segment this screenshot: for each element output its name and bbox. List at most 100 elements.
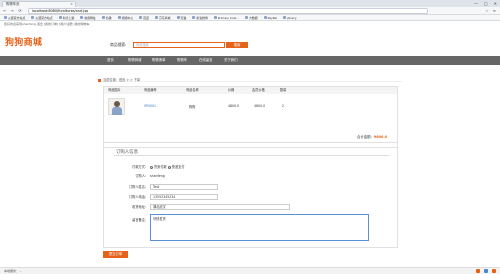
location-icon: [98, 78, 101, 82]
browser-toolbar-icons: ☆ ≡: [485, 8, 496, 14]
bookmark-label: 常用网址: [84, 15, 96, 20]
bookmark-item[interactable]: 新浪微博: [192, 16, 208, 20]
browser-navbar: ← → ⟳ localhost:8080/furnitures/cart.jsp…: [0, 7, 500, 15]
bookmark-label: 京东商城: [158, 15, 171, 20]
menu-icon[interactable]: ≡: [493, 8, 496, 14]
network-icon[interactable]: [484, 269, 488, 273]
site-header: 狗狗商城 商品搜索: 商品搜索 搜索: [0, 27, 500, 52]
note-textarea[interactable]: 尽快发货: [150, 214, 369, 241]
radio-express[interactable]: [167, 165, 171, 169]
bookmark-favicon-icon: [213, 16, 217, 19]
col-qty: 数量: [280, 88, 287, 92]
bookmark-label: 视频中心: [121, 15, 134, 20]
cart-total: 合计金额：9600.0: [357, 134, 387, 139]
main-nav: 首页 购物商城 购物清单 购物车 在线留言 关于我们: [0, 56, 500, 65]
bookmark-label: 火狐官方站点: [35, 15, 53, 20]
download-icon[interactable]: [492, 269, 496, 273]
submit-order-button[interactable]: 提交订单: [103, 251, 128, 258]
product-image[interactable]: [108, 98, 125, 115]
bookmark-item[interactable]: 火狐官方站点: [4, 16, 25, 20]
bookmark-label: jQuery: [286, 15, 297, 20]
total-value: 9600.0: [373, 135, 387, 139]
forward-icon[interactable]: →: [9, 8, 15, 14]
product-price: 4800.0: [228, 104, 240, 108]
phone-label: 订购人电话:: [128, 195, 146, 199]
top-links[interactable]: 您好欢迎来到shanfeng 退出 [我的订单] [用户注册] 我的购物车: [4, 22, 494, 26]
bookmark-favicon-icon: [4, 16, 7, 19]
radio-cod[interactable]: [150, 165, 153, 169]
breadcrumb: 当前位置：首页 > > 下单: [98, 77, 402, 82]
address-url: localhost:8080/furnitures/cart.jsp: [32, 9, 89, 13]
bookmark-favicon-icon: [31, 16, 35, 19]
bookmark-label: 天猫: [180, 15, 187, 20]
window-controls: — □ ✕: [474, 0, 497, 7]
search-button[interactable]: 搜索: [226, 42, 248, 48]
order-form: 订购人信息 付款方式: 货到付款 快递支付 订购人: shanfeng 订购人姓…: [103, 142, 398, 248]
col-id: 商品编号: [144, 88, 157, 92]
col-price: 价格: [228, 88, 235, 92]
maximize-icon[interactable]: □: [484, 1, 488, 6]
bookmark-item[interactable]: 常用网址: [80, 16, 96, 20]
close-window-icon[interactable]: ✕: [494, 1, 497, 6]
nav-mall[interactable]: 购物商城: [128, 56, 142, 65]
bookmark-item[interactable]: jQuery: [282, 15, 297, 20]
address-bar[interactable]: localhost:8080/furnitures/cart.jsp: [28, 8, 428, 14]
reload-icon[interactable]: ⟳: [17, 8, 23, 14]
search-input[interactable]: 商品搜索: [133, 42, 225, 48]
bookmark-label: 新浪微博: [196, 15, 208, 20]
user-label: 订购人:: [135, 174, 146, 178]
phone-input[interactable]: 13552345234: [150, 194, 218, 200]
star-icon[interactable]: ☆: [485, 8, 489, 14]
pay-option-express[interactable]: 快递支付: [172, 165, 185, 169]
pay-option-cod[interactable]: 货到付款: [154, 165, 167, 169]
col-name: 商品名称: [186, 88, 199, 92]
back-icon[interactable]: ←: [2, 8, 8, 14]
bookmarks-bar: 火狐官方站点 火狐官方站点 新手上路 常用网址 谷歌 视频中心 百度 京东商城 天猫 新浪微博 Pr…: [0, 15, 500, 21]
col-member-price: 会员价格: [252, 88, 265, 92]
bookmark-label: PayPal: [267, 15, 277, 20]
product-qty: 2: [282, 104, 285, 108]
pay-label: 付款方式:: [132, 165, 146, 169]
search-label: 商品搜索:: [110, 42, 127, 47]
bookmark-item[interactable]: Primary Colo...: [213, 15, 239, 20]
site-logo[interactable]: 狗狗商城: [5, 35, 42, 48]
bookmark-item[interactable]: 火狐官方站点: [31, 15, 53, 20]
cart-header: 商品图片 商品编号 商品名称 价格 会员价格 数量: [104, 87, 397, 94]
bookmark-label: 谷歌: [105, 15, 112, 20]
bookmark-favicon-icon: [139, 16, 143, 19]
cart-table: 商品图片 商品编号 商品名称 价格 会员价格 数量 SP0001 狗狗 4800…: [103, 86, 398, 148]
nav-shopping-list[interactable]: 购物清单: [152, 56, 166, 65]
addon-icon[interactable]: [476, 269, 480, 273]
note-label: 留言备注:: [132, 218, 146, 222]
bookmark-item[interactable]: 天猫: [176, 15, 187, 20]
bookmark-item[interactable]: PayPal: [263, 15, 277, 20]
product-figure-body: [112, 107, 122, 115]
bookmark-item[interactable]: 视频中心: [117, 15, 134, 20]
bookmark-item[interactable]: 百度: [139, 16, 149, 20]
bookmark-favicon-icon: [154, 16, 158, 19]
bookmark-item[interactable]: 谷歌: [101, 15, 112, 20]
pay-options: 货到付款 快递支付: [150, 164, 185, 170]
product-id-link[interactable]: SP0001: [144, 104, 156, 108]
bookmark-favicon-icon: [192, 16, 196, 19]
nav-about[interactable]: 关于我们: [224, 56, 238, 65]
product-member-price: 4800.0: [254, 104, 266, 108]
bookmark-label: 大数据: [249, 15, 258, 20]
breadcrumb-text: 当前位置：首页 > > 下单: [103, 78, 141, 82]
bookmark-label: 百度: [143, 15, 149, 20]
nav-cart[interactable]: 购物车: [177, 56, 187, 65]
bookmark-label: 新手上路: [62, 15, 75, 20]
address-label: 收货地址:: [132, 205, 146, 209]
nav-home[interactable]: 首页: [107, 56, 114, 65]
status-bar: 本地服务：...: [0, 267, 500, 274]
product-name: 狗狗: [189, 105, 196, 109]
bookmark-item[interactable]: 大数据: [245, 16, 258, 20]
minimize-icon[interactable]: —: [474, 1, 478, 6]
bookmark-label: Primary Colo...: [217, 15, 239, 20]
bookmark-item[interactable]: 京东商城: [154, 15, 171, 20]
address-input[interactable]: 湖北武汉: [150, 204, 290, 210]
nav-message[interactable]: 在线留言: [199, 56, 213, 65]
name-label: 订购人姓名:: [128, 185, 146, 189]
bookmark-item[interactable]: 新手上路: [58, 15, 75, 20]
name-input[interactable]: Test: [150, 184, 218, 190]
